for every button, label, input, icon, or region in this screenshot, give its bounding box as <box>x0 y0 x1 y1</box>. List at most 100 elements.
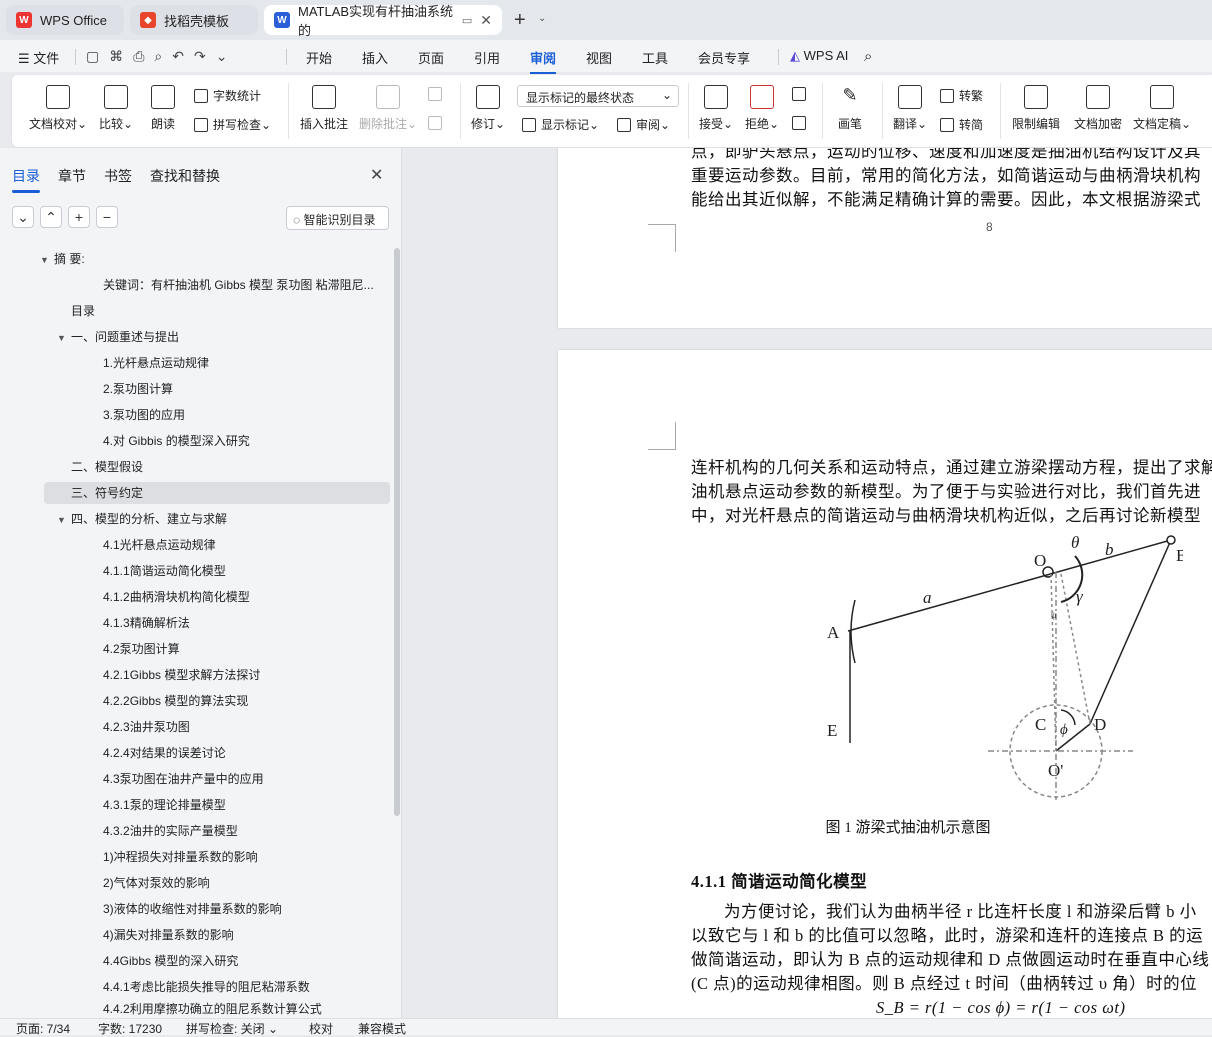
toc-item-selected[interactable]: 三、符号约定 <box>44 482 390 504</box>
restrict-editing-button[interactable]: 限制编辑 <box>1008 85 1064 132</box>
toc-item[interactable]: 4.3.1泵的理论排量模型 <box>103 794 226 816</box>
menu-view[interactable]: 视图 <box>586 48 612 67</box>
toc-item[interactable]: 关键词：有杆抽油机 Gibbs 模型 泵功图 粘滞阻尼... <box>103 274 385 296</box>
menu-references[interactable]: 引用 <box>474 48 500 67</box>
menu-review[interactable]: 审阅 <box>530 48 557 74</box>
toc-item[interactable]: 目录 <box>71 300 95 322</box>
insert-comment-button[interactable]: 插入批注 <box>298 85 350 132</box>
file-menu[interactable]: ☰ 文件 <box>18 48 59 67</box>
toc-item[interactable]: 4.2泵功图计算 <box>103 638 180 660</box>
encrypt-button[interactable]: 文档加密 <box>1070 85 1126 132</box>
spell-status[interactable]: 拼写检查: 关闭 ⌄ <box>186 1020 278 1037</box>
expand-arrow-icon[interactable]: ▼ <box>57 515 66 525</box>
search-icon[interactable]: ⌕ <box>864 48 872 65</box>
menu-page[interactable]: 页面 <box>418 48 444 67</box>
new-tab-icon[interactable]: + <box>514 9 526 32</box>
encrypt-icon <box>1086 85 1110 109</box>
toc-item[interactable]: 2.泵功图计算 <box>103 378 173 400</box>
menu-membership[interactable]: 会员专享 <box>698 48 750 67</box>
translate-icon <box>898 85 922 109</box>
label: 限制编辑 <box>1011 117 1060 131</box>
toc-item[interactable]: 4.2.1Gibbs 模型求解方法探讨 <box>103 664 260 686</box>
toc-item[interactable]: 4.4Gibbs 模型的深入研究 <box>103 950 238 972</box>
track-changes-button[interactable]: 修订⌄ <box>468 85 508 132</box>
finalize-button[interactable]: 文档定稿⌄ <box>1130 85 1194 132</box>
smart-toc-button[interactable]: ◌ 智能识别目录 <box>286 206 389 230</box>
prev-change-icon[interactable] <box>792 87 811 101</box>
accept-button[interactable]: 接受⌄ <box>696 85 736 132</box>
toc-item[interactable]: 2)气体对泵效的影响 <box>103 872 210 894</box>
add-icon[interactable]: + <box>68 206 90 228</box>
word-count[interactable]: 字数: 17230 <box>98 1020 162 1037</box>
word-count-icon <box>194 88 208 103</box>
toc-item[interactable]: 4)漏失对排量系数的影响 <box>103 924 234 946</box>
proof-status[interactable]: 校对 <box>309 1020 333 1037</box>
tab-find-replace[interactable]: 查找和替换 <box>150 166 220 186</box>
menu-tools[interactable]: 工具 <box>642 48 668 67</box>
expand-arrow-icon[interactable]: ▼ <box>40 255 49 265</box>
toc-item[interactable]: 4.3泵功图在油井产量中的应用 <box>103 768 264 790</box>
next-change-icon[interactable] <box>792 116 811 130</box>
toc-item[interactable]: 二、模型假设 <box>71 456 143 478</box>
close-tab-icon[interactable]: ✕ <box>480 12 492 29</box>
tab-chapters[interactable]: 章节 <box>58 166 86 186</box>
word-count-button[interactable]: 字数统计 <box>194 87 261 104</box>
to-traditional-button[interactable]: 转繁 <box>940 87 983 104</box>
tab-templates[interactable]: ◆ 找稻壳模板 <box>130 5 258 35</box>
show-markup-button[interactable]: 显示标记 ⌄ <box>522 116 599 133</box>
delete-comment-button[interactable]: 删除批注⌄ <box>358 85 418 132</box>
reject-button[interactable]: 拒绝⌄ <box>742 85 782 132</box>
toc-item[interactable]: 4.1.2曲柄滑块机构简化模型 <box>103 586 250 608</box>
paragraph-line: 重要运动参数。目前，常用的简化方法，如简谐运动与曲柄滑块机构 <box>691 166 1201 185</box>
toc-item[interactable]: 3.泵功图的应用 <box>103 404 185 426</box>
expand-arrow-icon[interactable]: ▼ <box>57 333 66 343</box>
tab-document[interactable]: W MATLAB实现有杆抽油系统的 ▭ ✕ <box>264 4 502 38</box>
toc-item[interactable]: 摘 要: <box>54 248 85 270</box>
divider <box>75 49 76 65</box>
to-simplified-button[interactable]: 转简 <box>940 116 983 133</box>
toc-item[interactable]: 4.3.2油井的实际产量模型 <box>103 820 238 842</box>
expand-icon[interactable]: ⌃ <box>40 206 62 228</box>
toc-item[interactable]: 4.1.3精确解析法 <box>103 612 190 634</box>
toc-item[interactable]: 3)液体的收缩性对排量系数的影响 <box>103 898 282 920</box>
window-icon[interactable]: ▭ <box>462 14 472 27</box>
translate-button[interactable]: 翻译⌄ <box>890 85 930 132</box>
prev-comment-icon[interactable] <box>428 87 447 101</box>
chevron-down-icon[interactable]: ⌄ <box>538 13 546 24</box>
sidebar-scrollbar[interactable] <box>394 248 400 816</box>
toc-item[interactable]: 4.2.3油井泵功图 <box>103 716 190 738</box>
pen-button[interactable]: ✎ 画笔 <box>830 85 870 132</box>
quick-access-icons[interactable]: ▢⌘⎙⌕↶↷⌄ <box>86 48 237 65</box>
wps-ai-button[interactable]: ◭ WPS AI <box>790 48 848 64</box>
tab-toc[interactable]: 目录 <box>12 166 40 193</box>
toc-item[interactable]: 4.2.4对结果的误差讨论 <box>103 742 226 764</box>
toc-item[interactable]: 1.光杆悬点运动规律 <box>103 352 209 374</box>
collapse-icon[interactable]: ⌄ <box>12 206 34 228</box>
next-comment-icon[interactable] <box>428 116 447 130</box>
menu-home[interactable]: 开始 <box>306 48 332 67</box>
read-aloud-button[interactable]: 朗读 <box>144 85 182 132</box>
spell-check-button[interactable]: 拼写检查 ⌄ <box>194 116 271 133</box>
toc-item[interactable]: 4.2.2Gibbs 模型的算法实现 <box>103 690 248 712</box>
toc-item[interactable]: 4.对 Gibbis 的模型深入研究 <box>103 430 250 452</box>
menu-insert[interactable]: 插入 <box>362 48 388 67</box>
page-indicator[interactable]: 页面: 7/34 <box>16 1020 70 1037</box>
label-d: D <box>1094 715 1106 734</box>
markup-state-select[interactable]: 显示标记的最终状态 ⌄ <box>517 85 679 107</box>
toc-item[interactable]: 一、问题重述与提出 <box>71 326 179 348</box>
review-pane-button[interactable]: 审阅 ⌄ <box>617 116 670 133</box>
compare-button[interactable]: 比较⌄ <box>96 85 136 132</box>
toc-item[interactable]: 4.4.1考虑比能损失推导的阻尼粘滞系数 <box>103 976 310 998</box>
toc-item[interactable]: 4.1光杆悬点运动规律 <box>103 534 216 556</box>
label: 拼写检查: 关闭 <box>186 1022 265 1036</box>
label-phi: ϕ <box>1060 722 1068 738</box>
toc-item[interactable]: 四、模型的分析、建立与求解 <box>71 508 227 530</box>
tab-bookmarks[interactable]: 书签 <box>104 166 132 186</box>
close-icon[interactable]: ✕ <box>370 165 383 185</box>
toc-item[interactable]: 4.4.2利用摩擦功确立的阻尼系数计算公式 <box>103 1002 322 1016</box>
remove-icon[interactable]: − <box>96 206 118 228</box>
tab-wps-office[interactable]: W WPS Office <box>6 5 124 35</box>
toc-item[interactable]: 4.1.1简谐运动简化模型 <box>103 560 226 582</box>
doc-proof-button[interactable]: 文档校对⌄ <box>28 85 88 132</box>
toc-item[interactable]: 1)冲程损失对排量系数的影响 <box>103 846 258 868</box>
